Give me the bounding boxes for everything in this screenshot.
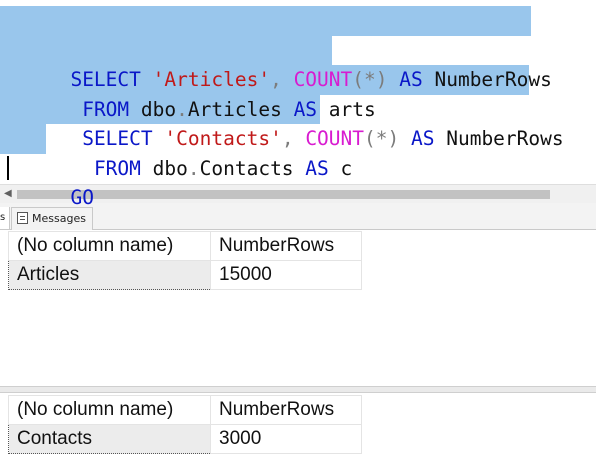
grid-cell[interactable]: 15000: [210, 260, 362, 290]
grid-cell[interactable]: Articles: [8, 260, 211, 290]
code-line-text: SELECT 'Articles', COUNT(*) AS NumberRow…: [70, 68, 551, 91]
scroll-left-icon[interactable]: ◀: [4, 188, 12, 200]
tab-messages[interactable]: Messages: [11, 207, 93, 230]
code-token: SELECT: [82, 127, 153, 150]
grid-cell[interactable]: 3000: [210, 424, 362, 454]
code-token: (*): [364, 127, 400, 150]
code-line-text: FROM dbo.Articles AS arts: [70, 97, 376, 121]
code-token: Contacts: [199, 156, 306, 180]
table-row: Contacts 3000: [8, 424, 362, 454]
results-grid-2[interactable]: (No column name) NumberRows Contacts 300…: [8, 395, 362, 454]
query-editor[interactable]: SELECT 'Articles', COUNT(*) AS NumberRow…: [0, 0, 596, 209]
code-token: c: [328, 156, 353, 180]
code-line-1: SELECT 'Articles', COUNT(*) AS NumberRow…: [0, 6, 564, 91]
code-token: arts: [317, 97, 376, 121]
tab-results-label: s: [0, 212, 6, 223]
code-token: ,: [270, 68, 282, 91]
table-row: Articles 15000: [8, 260, 362, 290]
code-token: dbo: [140, 156, 188, 180]
code-line-text: FROM dbo.Contacts AS c: [70, 157, 352, 180]
column-header[interactable]: (No column name): [8, 231, 211, 261]
code-line-text: SELECT 'Contacts', COUNT(*) AS NumberRow…: [70, 127, 563, 150]
code-token: FROM: [82, 97, 130, 121]
tab-results[interactable]: s: [0, 207, 10, 229]
grid-header-row: (No column name) NumberRows: [8, 231, 362, 261]
selection-highlight: [0, 6, 531, 36]
code-token: ,: [281, 127, 294, 150]
column-header[interactable]: NumberRows: [210, 231, 362, 261]
code-token: COUNT: [305, 127, 365, 150]
code-line-2: FROM dbo.Articles AS arts: [0, 35, 564, 121]
code-line-text: GO: [70, 186, 93, 209]
code-token: COUNT: [293, 68, 353, 91]
code-token: Articles: [187, 97, 294, 121]
grid-header-row: (No column name) NumberRows: [8, 395, 362, 425]
code-token: AS: [399, 68, 423, 91]
code-token: 'Contacts': [164, 127, 282, 150]
code-token: AS: [293, 97, 318, 121]
text-caret: [7, 156, 9, 180]
code-token: NumberRows: [422, 68, 552, 91]
code-token: FROM: [93, 156, 141, 180]
code-token: 'Articles': [152, 68, 271, 91]
selection-highlight: [0, 35, 332, 65]
code-token: .: [176, 97, 188, 121]
code-token: NumberRows: [434, 127, 564, 150]
code-token: dbo: [129, 97, 177, 121]
column-header[interactable]: (No column name): [8, 395, 211, 425]
grid-cell[interactable]: Contacts: [8, 424, 211, 454]
code-token: SELECT: [70, 68, 141, 91]
code-token: AS: [411, 127, 435, 150]
code-token: (*): [352, 68, 388, 91]
messages-icon: [17, 212, 28, 224]
code-token: AS: [305, 156, 329, 180]
code-token: GO: [70, 186, 94, 209]
tab-messages-label: Messages: [32, 212, 86, 225]
code-area[interactable]: SELECT 'Articles', COUNT(*) AS NumberRow…: [0, 6, 564, 209]
column-header[interactable]: NumberRows: [210, 395, 362, 425]
code-token: .: [187, 156, 200, 180]
selection-highlight: [0, 124, 46, 154]
results-grid-1[interactable]: (No column name) NumberRows Articles 150…: [8, 231, 362, 290]
scrollbar-thumb[interactable]: [17, 190, 550, 199]
results-splitter[interactable]: [0, 386, 596, 393]
